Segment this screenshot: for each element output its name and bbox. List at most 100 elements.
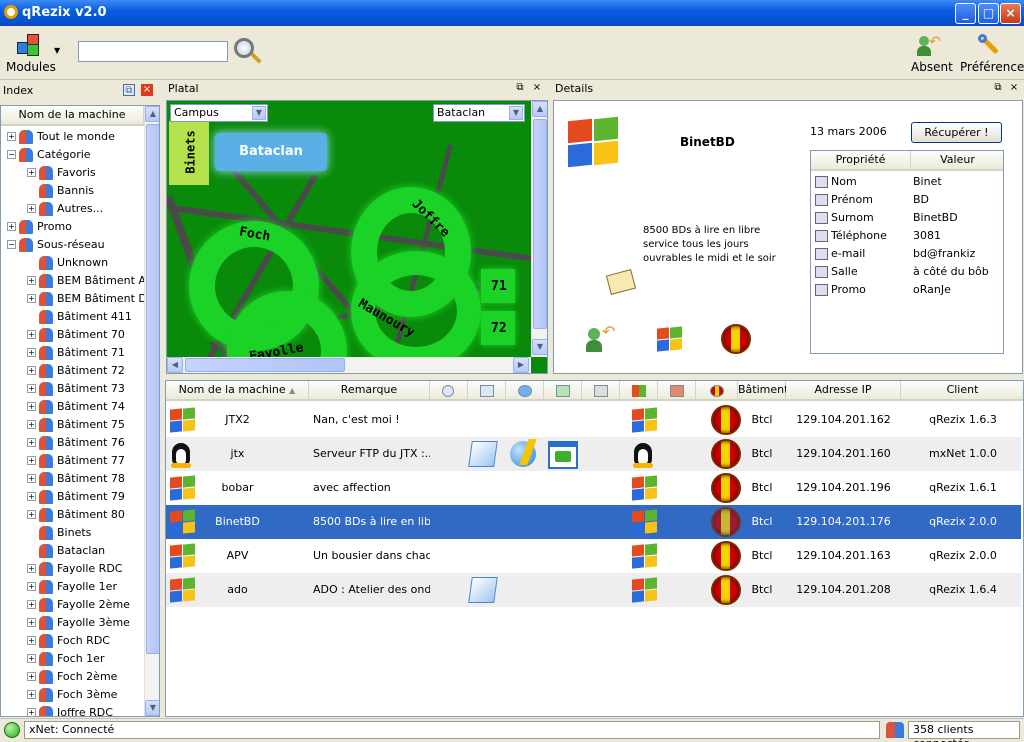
close-icon[interactable]: × bbox=[141, 84, 153, 96]
grid-header-client[interactable]: Client bbox=[901, 381, 1023, 401]
expand-icon[interactable]: + bbox=[27, 474, 36, 483]
table-row[interactable]: APV Un bousier dans chaq... Btcl 129.104.20… bbox=[166, 539, 1021, 573]
expand-icon[interactable]: + bbox=[7, 222, 16, 231]
expand-icon[interactable]: + bbox=[27, 510, 36, 519]
expand-icon[interactable]: + bbox=[27, 366, 36, 375]
tree-item[interactable]: − Catégorie bbox=[1, 146, 144, 164]
table-row[interactable]: BinetBD 8500 BDs à lire en libr... Btcl 129… bbox=[166, 505, 1021, 539]
table-row[interactable]: jtx Serveur FTP du JTX :... Btcl 129.104.20… bbox=[166, 437, 1021, 471]
expand-icon[interactable]: + bbox=[27, 384, 36, 393]
property-row[interactable]: Surnom BinetBD bbox=[811, 209, 1001, 227]
expand-icon[interactable]: + bbox=[27, 654, 36, 663]
tree-item[interactable]: + Fayolle RDC bbox=[1, 560, 144, 578]
close-icon[interactable]: × bbox=[1008, 82, 1020, 94]
map-label-72[interactable]: 72 bbox=[491, 321, 507, 336]
close-icon[interactable]: × bbox=[531, 82, 543, 94]
tree-item[interactable]: + Bâtiment 72 bbox=[1, 362, 144, 380]
grid-header-subnet[interactable] bbox=[658, 381, 696, 401]
expand-icon[interactable]: + bbox=[7, 132, 16, 141]
scroll-down-button[interactable]: ▼ bbox=[532, 339, 547, 355]
close-button[interactable]: × bbox=[1000, 3, 1021, 24]
expand-icon[interactable]: + bbox=[27, 402, 36, 411]
chevron-down-icon[interactable]: ▼ bbox=[54, 46, 60, 55]
collapse-icon[interactable]: − bbox=[7, 150, 16, 159]
tree-item[interactable]: + BEM Bâtiment D bbox=[1, 290, 147, 308]
absent-button[interactable]: ↶ Absent bbox=[905, 28, 953, 76]
expand-icon[interactable]: + bbox=[27, 330, 36, 339]
map-label-binets[interactable]: Binets bbox=[184, 130, 198, 173]
tree-item[interactable]: + Foch RDC bbox=[1, 632, 144, 650]
scroll-up-button[interactable]: ▲ bbox=[532, 101, 547, 117]
tree-item[interactable]: + Fayolle 2ème bbox=[1, 596, 144, 614]
float-icon[interactable]: ⧉ bbox=[992, 82, 1004, 94]
expand-icon[interactable]: + bbox=[27, 438, 36, 447]
expand-icon[interactable]: + bbox=[27, 690, 36, 699]
tree-item[interactable]: + Bâtiment 80 bbox=[1, 506, 144, 524]
http-service-icon[interactable] bbox=[548, 441, 578, 469]
modules-button[interactable]: Modules ▼ bbox=[4, 28, 64, 76]
property-row[interactable]: Prénom BD bbox=[811, 191, 1001, 209]
place-select[interactable]: Bataclan ▼ bbox=[433, 104, 525, 122]
grid-header-ftp[interactable] bbox=[468, 381, 506, 401]
expand-icon[interactable]: + bbox=[27, 582, 36, 591]
property-row[interactable]: Téléphone 3081 bbox=[811, 227, 1001, 245]
tree-item[interactable]: + Bâtiment 70 bbox=[1, 326, 144, 344]
property-row[interactable]: Salle à côté du bôb bbox=[811, 263, 1001, 281]
map-button-bataclan[interactable]: Bataclan bbox=[215, 133, 327, 171]
expand-icon[interactable]: + bbox=[27, 600, 36, 609]
expand-icon[interactable]: + bbox=[27, 636, 36, 645]
tree-item[interactable]: + Joffre RDC bbox=[1, 704, 144, 716]
preferences-button[interactable]: Préférences bbox=[956, 28, 1024, 76]
map-label-71[interactable]: 71 bbox=[491, 279, 507, 294]
tree-item[interactable]: + Favoris bbox=[1, 164, 144, 182]
chevron-down-icon[interactable]: ▼ bbox=[509, 106, 523, 120]
tree-item[interactable]: + Bâtiment 78 bbox=[1, 470, 144, 488]
tree-item[interactable]: Bannis bbox=[1, 182, 144, 200]
tree-item[interactable]: + Bâtiment 76 bbox=[1, 434, 144, 452]
scroll-thumb[interactable] bbox=[146, 124, 159, 654]
campus-select[interactable]: Campus ▼ bbox=[170, 104, 268, 122]
expand-icon[interactable]: + bbox=[27, 456, 36, 465]
machines-grid[interactable]: Nom de la machine ▲ Remarque Bâtiment Ad… bbox=[165, 380, 1024, 717]
property-column-header[interactable]: Propriété bbox=[811, 151, 911, 171]
table-row[interactable]: JTX2 Nan, c'est moi ! Btcl 129.104.201.162 q… bbox=[166, 403, 1021, 437]
ftp-service-icon[interactable] bbox=[468, 441, 498, 467]
grid-header-promo[interactable] bbox=[696, 381, 738, 401]
person-away-icon[interactable]: ↶ bbox=[586, 322, 618, 354]
tree-item[interactable]: + Bâtiment 74 bbox=[1, 398, 144, 416]
grid-header-web[interactable] bbox=[506, 381, 544, 401]
search-icon[interactable] bbox=[232, 36, 264, 66]
index-scrollbar[interactable]: ▲ ▼ bbox=[144, 106, 159, 716]
tree-item[interactable]: + Autres... bbox=[1, 200, 144, 218]
grid-header-ip[interactable]: Adresse IP bbox=[786, 381, 901, 401]
scroll-left-button[interactable]: ◀ bbox=[167, 357, 183, 373]
web-service-icon[interactable] bbox=[510, 441, 536, 467]
grid-header-search[interactable] bbox=[430, 381, 468, 401]
expand-icon[interactable]: + bbox=[27, 276, 36, 285]
float-icon[interactable]: ⧉ bbox=[123, 84, 135, 96]
tree-item[interactable]: + BEM Bâtiment A bbox=[1, 272, 146, 290]
value-column-header[interactable]: Valeur bbox=[911, 151, 1003, 171]
grid-header-name[interactable]: Nom de la machine ▲ bbox=[166, 381, 309, 401]
tree-item[interactable]: Bataclan bbox=[1, 542, 144, 560]
table-row[interactable]: bobar avec affection Btcl 129.104.201.196 qR… bbox=[166, 471, 1021, 505]
map-vscrollbar[interactable]: ▲ ▼ bbox=[531, 101, 547, 357]
ftp-service-icon[interactable] bbox=[468, 577, 498, 603]
tree-item[interactable]: + Bâtiment 73 bbox=[1, 380, 144, 398]
expand-icon[interactable]: + bbox=[27, 564, 36, 573]
scroll-right-button[interactable]: ▶ bbox=[513, 357, 529, 373]
scroll-down-button[interactable]: ▼ bbox=[145, 700, 159, 716]
expand-icon[interactable]: + bbox=[27, 672, 36, 681]
minimize-button[interactable]: _ bbox=[955, 3, 976, 24]
scroll-thumb[interactable] bbox=[185, 358, 345, 372]
table-row[interactable]: ado ADO : Atelier des ond... Btcl 129.104.2… bbox=[166, 573, 1021, 607]
expand-icon[interactable]: + bbox=[27, 618, 36, 627]
scroll-thumb[interactable] bbox=[533, 119, 547, 329]
property-row[interactable]: Nom Binet bbox=[811, 173, 1001, 191]
index-column-header[interactable]: Nom de la machine bbox=[1, 106, 144, 126]
search-input[interactable] bbox=[78, 41, 228, 62]
grid-header-os[interactable] bbox=[620, 381, 658, 401]
tree-item[interactable]: Unknown bbox=[1, 254, 144, 272]
grid-header-building[interactable]: Bâtiment bbox=[738, 381, 788, 401]
tree-item[interactable]: + Foch 1er bbox=[1, 650, 144, 668]
